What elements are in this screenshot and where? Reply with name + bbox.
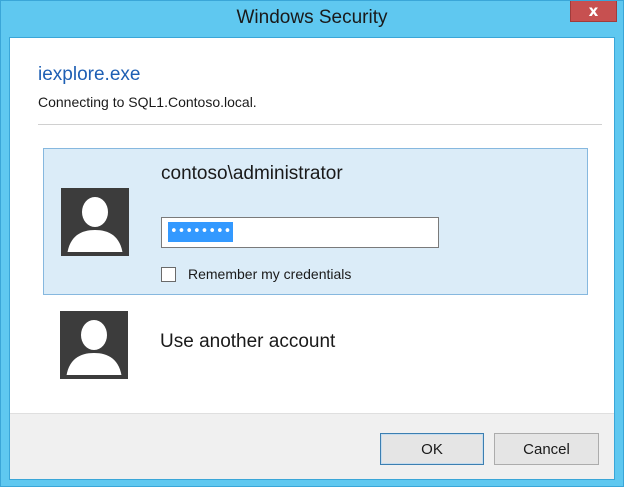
app-name: iexplore.exe: [38, 64, 141, 85]
button-bar: OK Cancel: [10, 413, 614, 479]
header-divider: [38, 124, 602, 125]
account-tile-selected[interactable]: contoso\administrator •••••••• Remember …: [43, 148, 588, 295]
cancel-button[interactable]: Cancel: [494, 433, 599, 465]
user-silhouette-icon: [60, 311, 128, 379]
close-icon: x: [588, 2, 599, 20]
window-title: Windows Security: [236, 7, 388, 28]
dialog-window: Windows Security x iexplore.exe Connecti…: [0, 0, 624, 487]
dialog-body: iexplore.exe Connecting to SQL1.Contoso.…: [9, 37, 615, 480]
connection-subtitle: Connecting to SQL1.Contoso.local.: [38, 94, 257, 110]
close-button[interactable]: x: [570, 1, 617, 22]
remember-credentials-label[interactable]: Remember my credentials: [188, 266, 351, 282]
password-value: ••••••••: [168, 222, 234, 242]
title-bar[interactable]: Windows Security x: [1, 1, 623, 37]
account-tile-other[interactable]: Use another account: [43, 306, 588, 390]
password-field[interactable]: ••••••••: [161, 217, 439, 248]
remember-credentials-checkbox[interactable]: [161, 266, 176, 282]
use-another-account-label: Use another account: [160, 331, 336, 352]
ok-button[interactable]: OK: [380, 433, 484, 465]
account-username: contoso\administrator: [161, 163, 343, 184]
remember-credentials-row[interactable]: Remember my credentials: [161, 266, 351, 282]
user-silhouette-icon: [61, 188, 129, 256]
